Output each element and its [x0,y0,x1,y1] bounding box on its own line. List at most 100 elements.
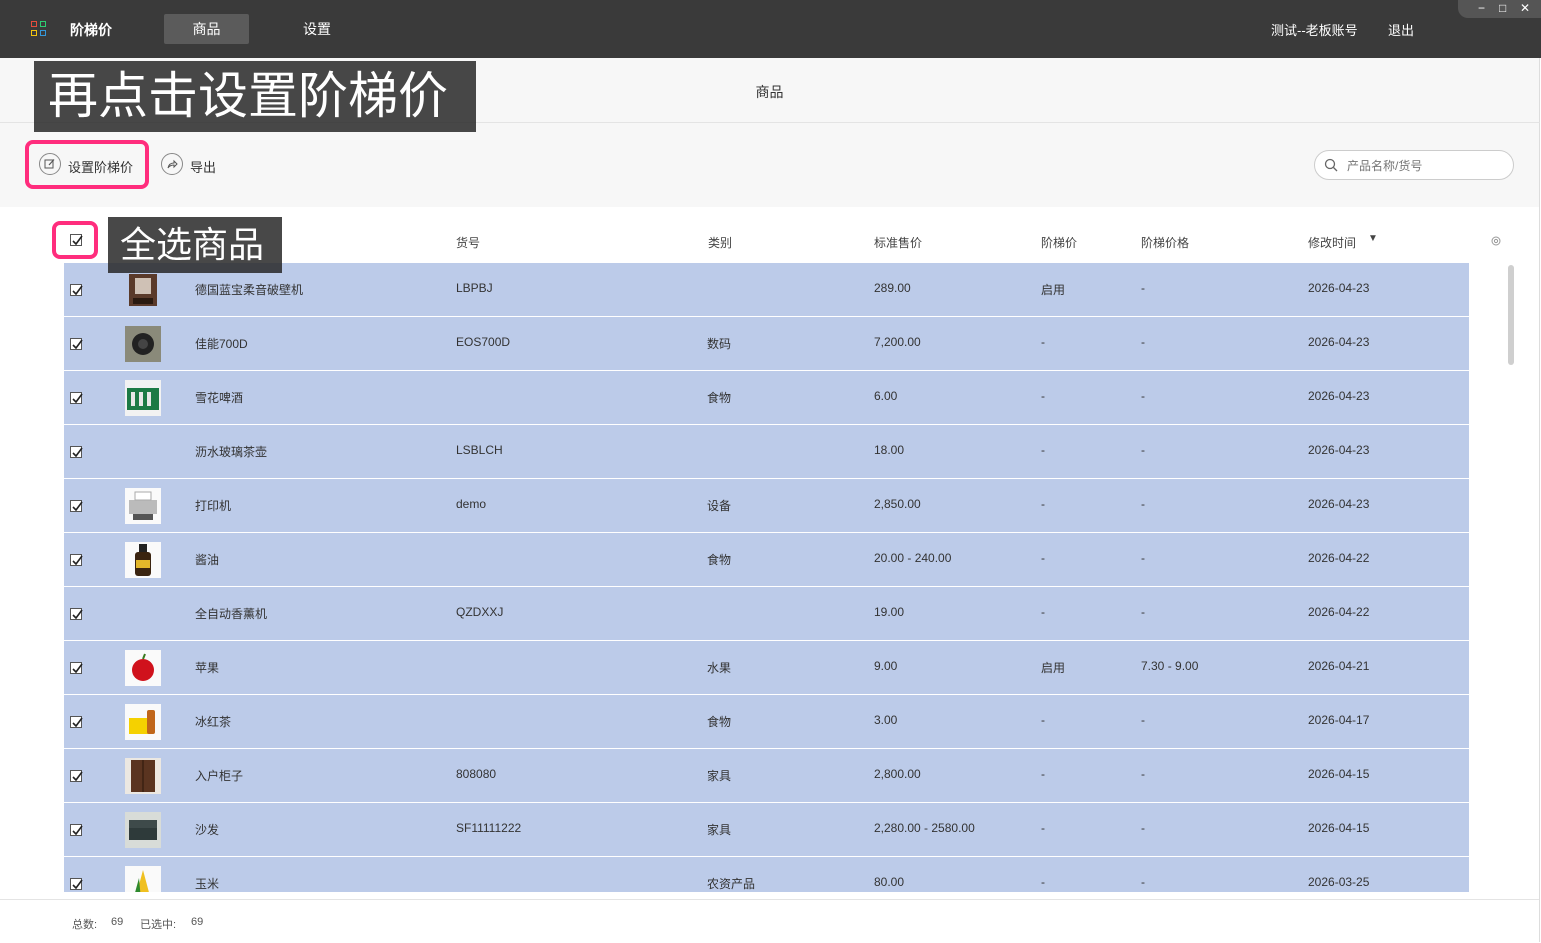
product-modified-date: 2026-04-22 [1308,605,1370,619]
product-name[interactable]: 玉米 [195,875,219,892]
selected-label: 已选中: [140,919,177,931]
product-sku: EOS700D [456,335,511,349]
product-sku: QZDXXJ [456,605,504,619]
nav-products[interactable]: 商品 [164,14,249,44]
product-standard-price: 9.00 [874,659,898,673]
row-checkbox[interactable] [70,662,83,674]
product-category: 家具 [707,769,732,783]
row-checkbox[interactable] [70,500,83,512]
product-thumbnail [125,650,161,686]
row-checkbox[interactable] [70,824,83,836]
total-label: 总数: [72,919,98,931]
product-name[interactable]: 沥水玻璃茶壶 [195,443,267,460]
product-name[interactable]: 打印机 [195,497,231,514]
vertical-scrollbar[interactable] [1508,265,1514,365]
product-name[interactable]: 沙发 [195,821,219,838]
sort-desc-icon[interactable]: ▼ [1368,233,1378,244]
product-standard-price: 6.00 [874,389,898,403]
product-tier-price: - [1141,821,1145,835]
column-header-category[interactable]: 类别 [708,234,732,251]
product-modified-date: 2026-03-25 [1308,875,1370,889]
product-category: 农资产品 [707,877,756,891]
product-category: 食物 [707,553,732,567]
row-checkbox[interactable] [70,716,83,728]
product-standard-price: 2,280.00 - 2580.00 [874,821,975,835]
table-row[interactable]: 酱油 食物 20.00 - 240.00 - - 2026-04-22 [64,533,1469,587]
table-row[interactable]: 打印机 demo 设备 2,850.00 - - 2026-04-23 [64,479,1469,533]
table-row[interactable]: 苹果 水果 9.00 启用 7.30 - 9.00 2026-04-21 [64,641,1469,695]
product-name[interactable]: 入户柜子 [195,767,243,784]
row-checkbox[interactable] [70,878,83,890]
row-checkbox[interactable] [70,392,83,404]
product-name[interactable]: 佳能700D [195,335,248,352]
product-tier-status: 启用 [1041,283,1066,297]
search-box[interactable] [1314,150,1514,180]
product-category: 设备 [707,499,732,513]
check-icon [72,879,83,890]
check-icon [72,285,83,296]
row-checkbox[interactable] [70,608,83,620]
check-icon [72,501,83,512]
table-row[interactable]: 沥水玻璃茶壶 LSBLCH 18.00 - - 2026-04-23 [64,425,1469,479]
search-input[interactable] [1345,156,1509,176]
table-body: 德国蓝宝柔音破壁机 LBPBJ 289.00 启用 - 2026-04-23 佳… [64,263,1469,892]
product-standard-price: 3.00 [874,713,898,727]
table-row[interactable]: 冰红茶 食物 3.00 - - 2026-04-17 [64,695,1469,749]
search-icon [1324,158,1338,172]
product-category: 水果 [707,661,732,675]
product-thumbnail [125,758,161,794]
table-row[interactable]: 全自动香薰机 QZDXXJ 19.00 - - 2026-04-22 [64,587,1469,641]
product-modified-date: 2026-04-22 [1308,551,1370,565]
nav-settings[interactable]: 设置 [287,14,347,44]
product-standard-price: 7,200.00 [874,335,921,349]
product-modified-date: 2026-04-21 [1308,659,1370,673]
minimize-icon[interactable]: − [1478,1,1485,15]
product-name[interactable]: 雪花啤酒 [195,389,243,406]
maximize-icon[interactable]: □ [1499,1,1506,15]
product-tier-status: - [1041,767,1045,781]
product-modified-date: 2026-04-23 [1308,281,1370,295]
product-name[interactable]: 全自动香薰机 [195,605,267,622]
table-footer: 总数: 69 已选中: 69 [0,899,1539,943]
column-header-sku[interactable]: 货号 [456,234,480,251]
product-modified-date: 2026-04-23 [1308,335,1370,349]
column-header-modified-time[interactable]: 修改时间 [1308,234,1356,251]
table-row[interactable]: 玉米 农资产品 80.00 - - 2026-03-25 [64,857,1469,892]
row-checkbox[interactable] [70,554,83,566]
product-tier-status: - [1041,551,1045,565]
product-category: 食物 [707,391,732,405]
account-name[interactable]: 测试--老板账号 [1271,20,1358,39]
row-checkbox[interactable] [70,284,83,296]
product-sku: LBPBJ [456,281,493,295]
table-row[interactable]: 佳能700D EOS700D 数码 7,200.00 - - 2026-04-2… [64,317,1469,371]
row-checkbox[interactable] [70,338,83,350]
logout-link[interactable]: 退出 [1388,20,1414,39]
product-name[interactable]: 苹果 [195,659,219,676]
product-name[interactable]: 酱油 [195,551,219,568]
highlight-select-all [52,221,98,259]
product-tier-status: - [1041,713,1045,727]
toolbar: 设置阶梯价 导出 [0,123,1540,207]
product-tier-price: - [1141,551,1145,565]
product-name[interactable]: 德国蓝宝柔音破壁机 [195,281,303,298]
check-icon [72,663,83,674]
product-thumbnail [129,274,157,306]
product-tier-status: - [1041,821,1045,835]
table-row[interactable]: 沙发 SF11111222 家具 2,280.00 - 2580.00 - - … [64,803,1469,857]
table-row[interactable]: 雪花啤酒 食物 6.00 - - 2026-04-23 [64,371,1469,425]
tutorial-tip-select-all: 全选商品 [108,217,282,273]
product-tier-status: 启用 [1041,661,1066,675]
product-sku: SF11111222 [456,821,522,835]
close-icon[interactable]: ✕ [1520,1,1530,15]
app-logo-icon [31,21,47,37]
column-header-tier-price[interactable]: 阶梯价 [1041,234,1077,251]
product-tier-price: - [1141,713,1145,727]
row-checkbox[interactable] [70,770,83,782]
product-name[interactable]: 冰红茶 [195,713,231,730]
column-settings-gear-icon[interactable] [1490,235,1502,247]
column-header-standard-price[interactable]: 标准售价 [874,234,922,251]
column-header-tier-price-range[interactable]: 阶梯价格 [1141,234,1189,251]
export-button[interactable]: 导出 [161,153,221,177]
row-checkbox[interactable] [70,446,83,458]
table-row[interactable]: 入户柜子 808080 家具 2,800.00 - - 2026-04-15 [64,749,1469,803]
